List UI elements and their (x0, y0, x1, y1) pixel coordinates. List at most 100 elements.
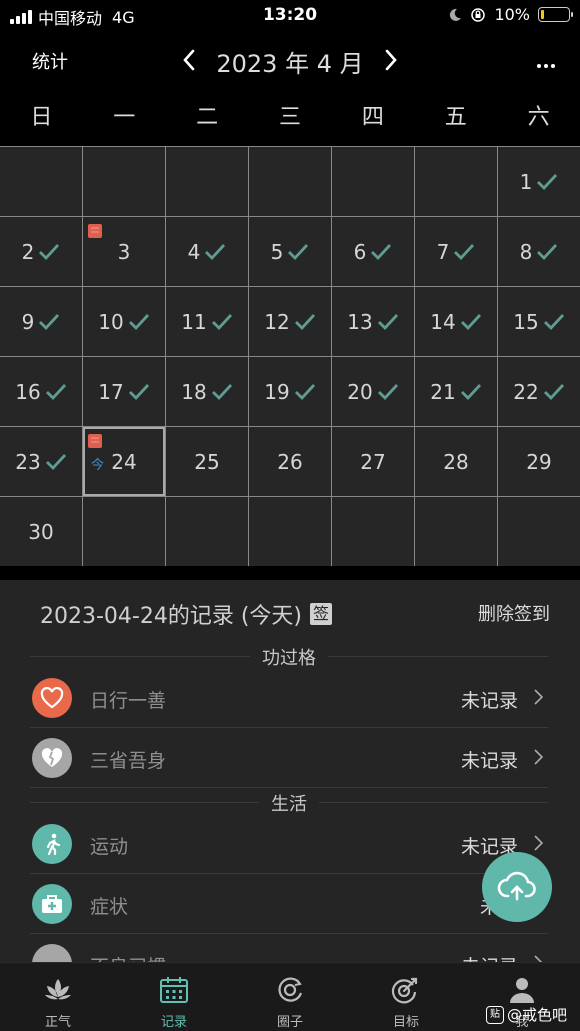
stats-button[interactable]: 统计 (32, 48, 68, 74)
record-label: 日行一善 (90, 690, 167, 712)
calendar-day[interactable]: 21 (415, 357, 497, 426)
day-number: 9 (21, 309, 35, 334)
day-number: 20 (347, 379, 373, 404)
calendar-day[interactable]: 今 24 (83, 427, 165, 496)
calendar-day[interactable]: 5 (249, 217, 331, 286)
calendar-day[interactable]: 3 (83, 217, 165, 286)
checkmark-icon (45, 453, 66, 470)
moon-icon (450, 8, 462, 21)
weekday-label: 五 (444, 105, 467, 130)
watermark-badge: 贴 (486, 1005, 504, 1024)
calendar-day[interactable]: 6 (332, 217, 414, 286)
calendar-day[interactable]: 22 (498, 357, 580, 426)
checkmark-icon (39, 243, 60, 260)
weekday-label: 六 (527, 105, 550, 130)
medical-kit-icon (32, 884, 72, 924)
chevron-right-icon (385, 49, 397, 71)
calendar-day[interactable]: 28 (415, 427, 497, 496)
calendar-day[interactable]: 26 (249, 427, 331, 496)
calendar-day[interactable]: 4 (166, 217, 248, 286)
checkmark-icon (377, 383, 398, 400)
record-label: 不良习惯 (90, 952, 166, 962)
calendar-day[interactable]: 29 (498, 427, 580, 496)
calendar-day[interactable]: 18 (166, 357, 248, 426)
calendar-day[interactable]: 2 (0, 217, 82, 286)
checkmark-icon (537, 243, 558, 260)
calendar-day[interactable]: 10 (83, 287, 165, 356)
section-divider (0, 566, 580, 580)
running-icon (32, 824, 72, 864)
section-title: 功过格 (250, 648, 328, 669)
calendar-day[interactable]: 23 (0, 427, 82, 496)
calendar-empty-cell (415, 497, 497, 566)
cloud-sync-button[interactable] (482, 852, 552, 922)
day-number: 2 (21, 239, 35, 264)
day-number: 27 (360, 449, 386, 474)
status-bar: 中国移动 4G 13:20 10% (0, 0, 580, 32)
calendar-day[interactable]: 1 (498, 147, 580, 216)
target-icon (390, 975, 422, 1005)
day-number: 28 (443, 449, 469, 474)
cloud-sync-icon (497, 871, 536, 901)
calendar-day[interactable]: 14 (415, 287, 497, 356)
calendar-day[interactable]: 16 (0, 357, 82, 426)
record-row-self-reflection[interactable]: 三省吾身 未记录 (30, 728, 548, 788)
journal-icon (88, 224, 102, 238)
nav-item-circle[interactable]: 圈子 (232, 963, 348, 1031)
calendar-empty-cell (498, 497, 580, 566)
record-row-good-deed[interactable]: 日行一善 未记录 (30, 668, 548, 728)
day-number: 26 (277, 449, 303, 474)
calendar-day[interactable]: 13 (332, 287, 414, 356)
record-row-symptom[interactable]: 症状 未记 (30, 874, 548, 934)
calendar-day[interactable]: 11 (166, 287, 248, 356)
checkmark-icon (128, 383, 149, 400)
calendar-empty-cell (332, 497, 414, 566)
calendar-day[interactable]: 15 (498, 287, 580, 356)
weekday-label: 一 (113, 105, 136, 130)
watermark-text: @戒色吧 (507, 1006, 568, 1024)
calendar-day[interactable]: 17 (83, 357, 165, 426)
checkmark-icon (288, 243, 309, 260)
calendar-day[interactable]: 19 (249, 357, 331, 426)
chevron-right-icon (534, 955, 543, 962)
day-number: 30 (28, 519, 54, 544)
chevron-right-icon (534, 689, 544, 705)
sign-badge: 签 (310, 603, 333, 625)
calendar-day[interactable]: 12 (249, 287, 331, 356)
nav-item-records[interactable]: 记录 (116, 963, 232, 1031)
calendar-day[interactable]: 8 (498, 217, 580, 286)
day-number: 14 (430, 309, 456, 334)
checkmark-icon (211, 313, 232, 330)
rotation-lock-icon (471, 7, 486, 22)
calendar-day[interactable]: 25 (166, 427, 248, 496)
nav-item-goal[interactable]: 目标 (348, 963, 464, 1031)
record-row-exercise[interactable]: 运动 未记录 (30, 814, 548, 874)
checkmark-icon (454, 243, 475, 260)
calendar-day[interactable]: 7 (415, 217, 497, 286)
more-button[interactable] (536, 50, 556, 74)
record-row-bad-habit[interactable]: 不良习惯 未记录 (30, 934, 548, 962)
record-status: 未记录 (460, 750, 518, 772)
checkmark-icon (211, 383, 232, 400)
calendar-day[interactable]: 30 (0, 497, 82, 566)
calendar-day[interactable]: 9 (0, 287, 82, 356)
prev-month-button[interactable] (174, 42, 204, 78)
day-number: 4 (187, 239, 201, 264)
checkmark-icon (39, 313, 60, 330)
nav-item-zhengqi[interactable]: 正气 (0, 963, 116, 1031)
calendar-empty-cell (0, 147, 82, 216)
calendar-day[interactable]: 27 (332, 427, 414, 496)
broken-heart-icon (32, 738, 72, 778)
day-number: 3 (117, 239, 131, 264)
calendar-grid: 1 2 3 4 5 6 7 8 9 10 11 12 13 14 15 16 17 18 19 20 21 22 23 今 24… (0, 146, 580, 566)
calendar-day[interactable]: 20 (332, 357, 414, 426)
next-month-button[interactable] (376, 42, 406, 78)
chevron-right-icon (534, 835, 544, 851)
delete-checkin-button[interactable]: 删除签到 (478, 600, 550, 626)
day-number: 25 (194, 449, 220, 474)
day-number: 5 (270, 239, 284, 264)
day-number: 7 (436, 239, 450, 264)
nav-label: 圈子 (276, 1015, 303, 1030)
checkmark-icon (205, 243, 226, 260)
day-number: 13 (347, 309, 373, 334)
